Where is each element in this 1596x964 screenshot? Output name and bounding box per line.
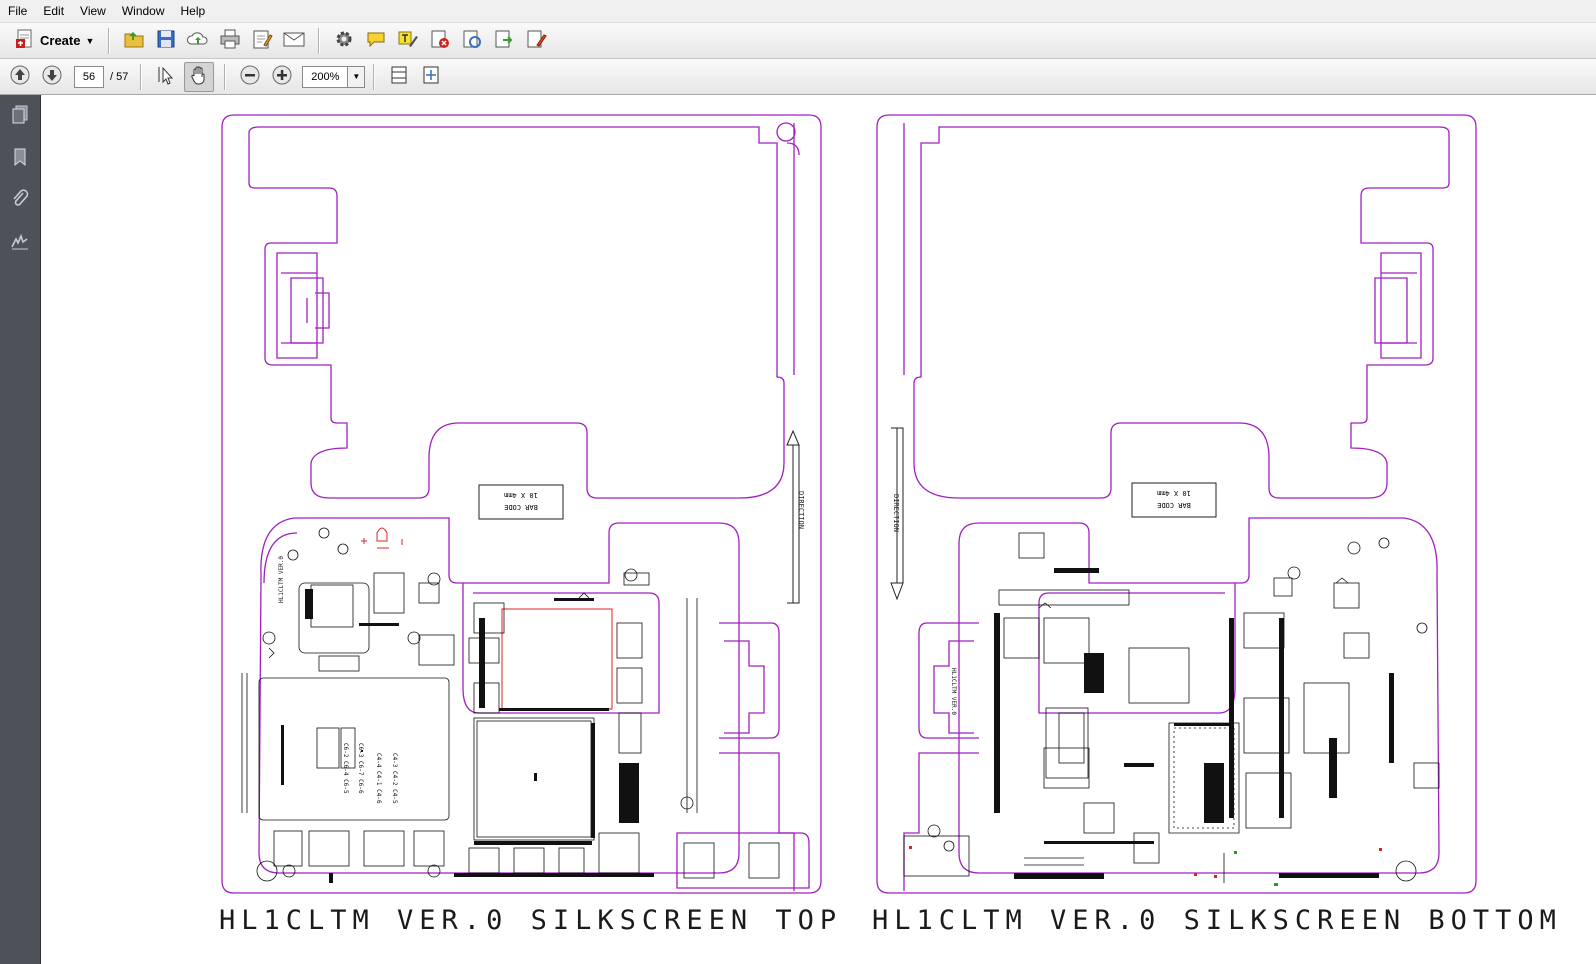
toolbar-divider xyxy=(108,27,111,54)
menu-help[interactable]: Help xyxy=(173,0,214,22)
caption-silkscreen-top: HL1CLTM VER.0 SILKSCREEN TOP xyxy=(219,905,843,936)
barcode-line-1-bottom: BAR CODE xyxy=(1157,501,1191,509)
plus-icon xyxy=(271,64,293,89)
board-version-label-bottom: HL1CLTM VER.0 xyxy=(950,668,957,715)
highlight-icon xyxy=(397,28,419,53)
svg-text:C6-2 C6-4 C6-5: C6-2 C6-4 C6-5 xyxy=(342,743,349,794)
bookmark-icon xyxy=(9,146,31,171)
page-number-input[interactable] xyxy=(74,65,104,88)
comment-icon xyxy=(365,28,387,53)
select-tool-button[interactable] xyxy=(152,63,180,91)
next-page-button[interactable] xyxy=(38,63,66,91)
direction-label: DIRECTION xyxy=(797,491,805,529)
open-button[interactable] xyxy=(120,27,148,55)
svg-text:C6-3 C6-7 C6-6: C6-3 C6-7 C6-6 xyxy=(357,743,364,794)
create-label: Create xyxy=(40,33,81,48)
barcode-line-2-bottom: 10 X 4mm xyxy=(1157,489,1191,497)
minus-icon xyxy=(239,64,261,89)
upload-icon xyxy=(186,28,210,53)
hand-icon xyxy=(188,64,210,89)
svg-text:C4-4 C4-1 C4-6: C4-4 C4-1 C4-6 xyxy=(375,753,382,804)
comment-button[interactable] xyxy=(362,27,390,55)
edit-form-icon xyxy=(251,28,274,53)
page-total: / 57 xyxy=(110,70,129,83)
export-button[interactable] xyxy=(490,27,518,55)
previous-page-button[interactable] xyxy=(6,63,34,91)
pages-icon xyxy=(9,104,31,129)
silkscreen-top-drawing: BAR CODE 10 X 4mm DIRECTION HL1CLTM VER.… xyxy=(221,114,822,894)
caption-silkscreen-bottom: HL1CLTM VER.0 SILKSCREEN BOTTOM xyxy=(872,905,1562,936)
hand-tool-button[interactable] xyxy=(184,61,215,92)
toolbar-divider xyxy=(140,63,143,90)
zoom-out-button[interactable] xyxy=(236,63,264,91)
signatures-panel-button[interactable] xyxy=(0,221,40,263)
create-pdf-icon xyxy=(14,28,36,53)
fit-width-button[interactable] xyxy=(385,63,413,91)
create-button[interactable]: Create ▼ xyxy=(8,27,100,55)
delete-button[interactable] xyxy=(426,27,454,55)
export-icon xyxy=(493,28,515,53)
zoom-in-button[interactable] xyxy=(268,63,296,91)
fit-page-button[interactable] xyxy=(417,63,445,91)
print-button[interactable] xyxy=(216,27,244,55)
menu-view[interactable]: View xyxy=(72,0,114,22)
svg-text:C4-3 C4-2 C4-5: C4-3 C4-2 C4-5 xyxy=(391,753,398,804)
arrow-up-icon xyxy=(9,64,31,89)
menu-window[interactable]: Window xyxy=(114,0,173,22)
menu-file[interactable]: File xyxy=(0,0,35,22)
settings-button[interactable] xyxy=(330,27,358,55)
delete-icon xyxy=(429,28,451,53)
settings-icon xyxy=(333,28,355,53)
email-button[interactable] xyxy=(280,27,308,55)
chevron-down-icon[interactable]: ▼ xyxy=(347,66,365,87)
bookmarks-panel-button[interactable] xyxy=(0,137,40,179)
silkscreen-bottom-drawing: BAR CODE 10 X 4mm DIRECTION HL1CLTM VER.… xyxy=(876,114,1477,894)
zoom-input[interactable] xyxy=(303,67,348,86)
open-icon xyxy=(123,28,145,53)
attachments-panel-button[interactable] xyxy=(0,179,40,221)
save-icon xyxy=(155,28,177,53)
signature-icon xyxy=(9,230,31,255)
menu-edit[interactable]: Edit xyxy=(35,0,72,22)
sign-button[interactable] xyxy=(522,27,550,55)
upload-button[interactable] xyxy=(184,27,212,55)
navigation-toolbar: / 57 ▼ xyxy=(0,59,1596,95)
highlight-button[interactable] xyxy=(394,27,422,55)
email-icon xyxy=(282,28,306,53)
direction-label-bottom: DIRECTION xyxy=(892,494,900,532)
cursor-icon xyxy=(155,64,177,89)
edit-form-button[interactable] xyxy=(248,27,276,55)
main-toolbar: Create ▼ xyxy=(0,23,1596,59)
chevron-down-icon: ▼ xyxy=(85,35,95,46)
navigation-pane xyxy=(0,95,41,964)
stamp-icon xyxy=(461,28,483,53)
barcode-box-bottom: BAR CODE 10 X 4mm xyxy=(1131,482,1217,518)
toolbar-divider xyxy=(224,63,227,90)
print-icon xyxy=(219,28,241,53)
sign-icon xyxy=(525,28,548,53)
toolbar-divider xyxy=(373,63,376,90)
save-button[interactable] xyxy=(152,27,180,55)
attachment-icon xyxy=(9,188,31,213)
stamp-button[interactable] xyxy=(458,27,486,55)
fit-width-icon xyxy=(388,64,410,89)
fit-page-icon xyxy=(420,64,442,89)
board-version-label: HL1CLTM VER.0 xyxy=(278,556,285,603)
barcode-line-2: 10 X 4mm xyxy=(504,491,538,499)
toolbar-divider xyxy=(318,27,321,54)
arrow-down-icon xyxy=(41,64,63,89)
document-view[interactable]: BAR CODE 10 X 4mm DIRECTION HL1CLTM VER.… xyxy=(41,95,1596,964)
pages-panel-button[interactable] xyxy=(0,95,40,137)
barcode-box: BAR CODE 10 X 4mm xyxy=(478,484,564,520)
barcode-line-1: BAR CODE xyxy=(504,503,538,511)
menu-bar: File Edit View Window Help xyxy=(0,0,1596,23)
zoom-select[interactable]: ▼ xyxy=(302,65,366,88)
